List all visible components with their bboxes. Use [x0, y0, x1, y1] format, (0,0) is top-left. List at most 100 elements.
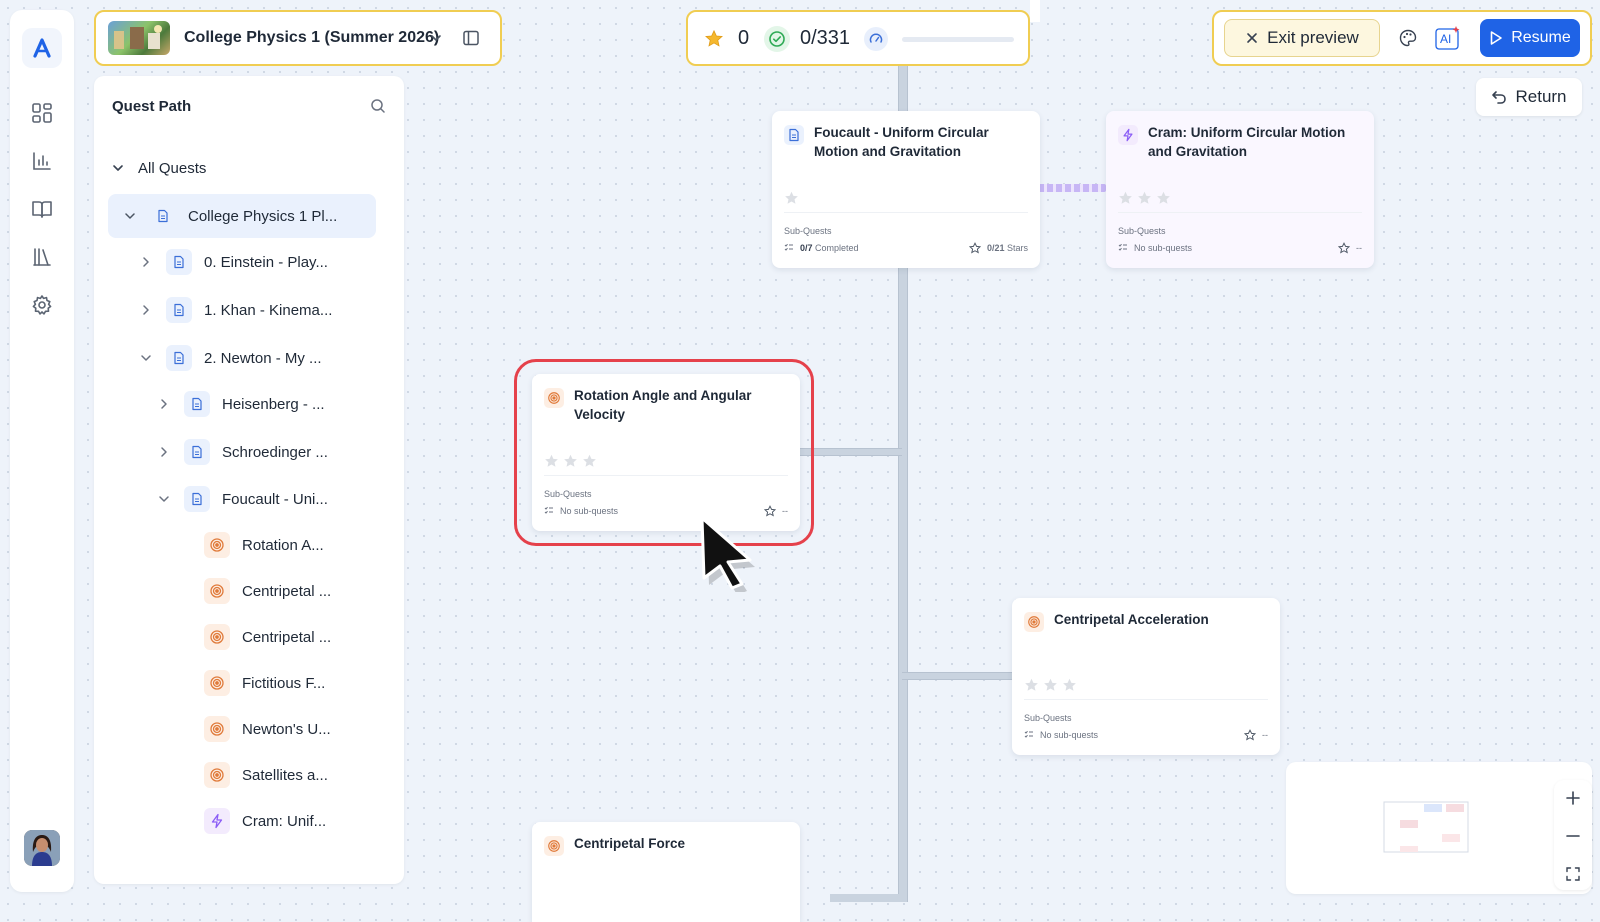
- tree-item-label: Centripetal ...: [242, 628, 332, 646]
- zoom-in-button[interactable]: [1561, 786, 1585, 810]
- tree-item-label: Foucault - Uni...: [222, 490, 328, 508]
- close-icon: [1247, 33, 1257, 43]
- chevron-right-icon[interactable]: [156, 444, 172, 460]
- document-icon: [166, 249, 192, 275]
- stars-word: Stars: [1006, 243, 1028, 253]
- canvas-edge-node: [1030, 0, 1040, 22]
- library-nav[interactable]: [27, 242, 57, 272]
- tree-item-heisenberg[interactable]: Heisenberg - ...: [156, 384, 325, 424]
- chevron-down-icon[interactable]: [156, 491, 172, 507]
- tree-item-einstein[interactable]: 0. Einstein - Play...: [138, 242, 328, 282]
- zoom-out-button[interactable]: [1561, 824, 1585, 848]
- stars-meta: 0/21 Stars: [968, 242, 1028, 254]
- return-arrow-icon: [1492, 91, 1507, 104]
- play-icon: [1490, 31, 1503, 45]
- panel-title: Quest Path: [112, 98, 192, 115]
- user-avatar[interactable]: [24, 830, 60, 866]
- tree-item-fictitious[interactable]: Fictitious F...: [204, 663, 325, 703]
- fit-view-button[interactable]: [1561, 862, 1585, 886]
- focus-highlight-ring: [514, 359, 814, 546]
- star-icon: [1157, 191, 1170, 204]
- all-quests-label: All Quests: [138, 159, 207, 177]
- chevron-right-icon[interactable]: [156, 396, 172, 412]
- speedometer-icon: [864, 27, 888, 51]
- tree-item-centripetal-2[interactable]: Centripetal ...: [204, 617, 331, 657]
- dashboard-nav[interactable]: [27, 98, 57, 128]
- all-quests-row[interactable]: All Quests: [110, 148, 206, 188]
- target-icon: [204, 624, 230, 650]
- document-icon: [150, 203, 176, 229]
- course-selector[interactable]: College Physics 1 (Summer 2026): [94, 10, 502, 66]
- chevron-down-icon[interactable]: [428, 30, 444, 46]
- return-label: Return: [1515, 87, 1567, 106]
- target-icon: [204, 532, 230, 558]
- tree-item-khan[interactable]: 1. Khan - Kinema...: [138, 290, 332, 330]
- card-divider: [1024, 699, 1268, 700]
- tree-item-centripetal-1[interactable]: Centripetal ...: [204, 571, 331, 611]
- star-rating: [1118, 191, 1171, 205]
- book-nav[interactable]: [27, 194, 57, 224]
- chevron-right-icon[interactable]: [138, 302, 154, 318]
- ai-button[interactable]: AI: [1432, 22, 1464, 54]
- palette-button[interactable]: [1392, 22, 1424, 54]
- tree-item-newton[interactable]: 2. Newton - My ...: [138, 338, 322, 378]
- chevron-down-icon[interactable]: [122, 208, 138, 224]
- path-connector: [902, 672, 1012, 680]
- tree-item-label: Heisenberg - ...: [222, 395, 325, 413]
- resume-button[interactable]: Resume: [1480, 19, 1580, 57]
- return-button[interactable]: Return: [1476, 78, 1582, 116]
- completed-count: 0/331: [800, 27, 851, 49]
- star-icon: [1063, 678, 1076, 691]
- tree-item-rotation[interactable]: Rotation A...: [204, 525, 324, 565]
- chevron-down-icon[interactable]: [110, 160, 126, 176]
- analytics-nav[interactable]: [27, 146, 57, 176]
- course-thumbnail: [108, 21, 170, 55]
- sub-quests-label: Sub-Quests: [1024, 713, 1072, 723]
- fullscreen-icon: [1566, 867, 1580, 881]
- target-icon: [204, 670, 230, 696]
- tree-item-label: Cram: Unif...: [242, 812, 327, 830]
- star-icon: [1044, 678, 1057, 691]
- target-icon: [204, 762, 230, 788]
- tree-item-label: Newton's U...: [242, 720, 331, 738]
- minimap[interactable]: [1286, 762, 1592, 894]
- card-title: Centripetal Acceleration: [1054, 612, 1209, 627]
- list-check-icon: [1024, 730, 1033, 738]
- app-logo[interactable]: [22, 28, 62, 68]
- quest-card-foucault[interactable]: Foucault - Uniform Circular Motion and G…: [772, 111, 1040, 268]
- search-icon[interactable]: [370, 98, 386, 114]
- quest-path-panel: Quest Path All Quests College Physics 1 …: [94, 76, 404, 884]
- course-image: [114, 25, 162, 49]
- list-check-icon: [1118, 243, 1127, 251]
- sidebar-toggle-icon[interactable]: [462, 29, 480, 47]
- star-outline-icon: [1244, 729, 1256, 741]
- document-icon: [166, 297, 192, 323]
- card-divider: [784, 212, 1028, 213]
- course-title: College Physics 1 (Summer 2026): [184, 29, 440, 46]
- progress-stats: 0 0/331: [686, 10, 1030, 66]
- tree-item-label: Centripetal ...: [242, 582, 332, 600]
- tree-item-college-physics[interactable]: College Physics 1 Pl...: [108, 194, 376, 238]
- quest-card-centripetal-acceleration[interactable]: Centripetal Acceleration Sub-Quests No s…: [1012, 598, 1280, 755]
- zoom-controls: [1554, 780, 1592, 890]
- tree-item-cram[interactable]: Cram: Unif...: [204, 801, 326, 841]
- tree-item-foucault[interactable]: Foucault - Uni...: [156, 479, 328, 519]
- star-icon: [704, 29, 724, 49]
- tree-item-satellites[interactable]: Satellites a...: [204, 755, 328, 795]
- target-icon: [204, 578, 230, 604]
- tree-item-schroedinger[interactable]: Schroedinger ...: [156, 432, 328, 472]
- tree-item-newtons-u[interactable]: Newton's U...: [204, 709, 331, 749]
- sub-quests-meta: No sub-quests: [1118, 243, 1192, 253]
- card-divider: [1118, 212, 1362, 213]
- tree-item-label: Satellites a...: [242, 766, 328, 784]
- exit-preview-button[interactable]: Exit preview: [1224, 19, 1380, 57]
- avatar-image: [24, 830, 60, 866]
- document-icon: [784, 125, 804, 145]
- chevron-down-icon[interactable]: [138, 350, 154, 366]
- quest-card-cram[interactable]: Cram: Uniform Circular Motion and Gravit…: [1106, 111, 1374, 268]
- settings-nav[interactable]: [27, 290, 57, 320]
- stars-count: 0/21: [986, 243, 1005, 253]
- quest-card-centripetal-force[interactable]: Centripetal Force: [532, 822, 800, 922]
- chevron-right-icon[interactable]: [138, 254, 154, 270]
- star-icon: [1025, 678, 1038, 691]
